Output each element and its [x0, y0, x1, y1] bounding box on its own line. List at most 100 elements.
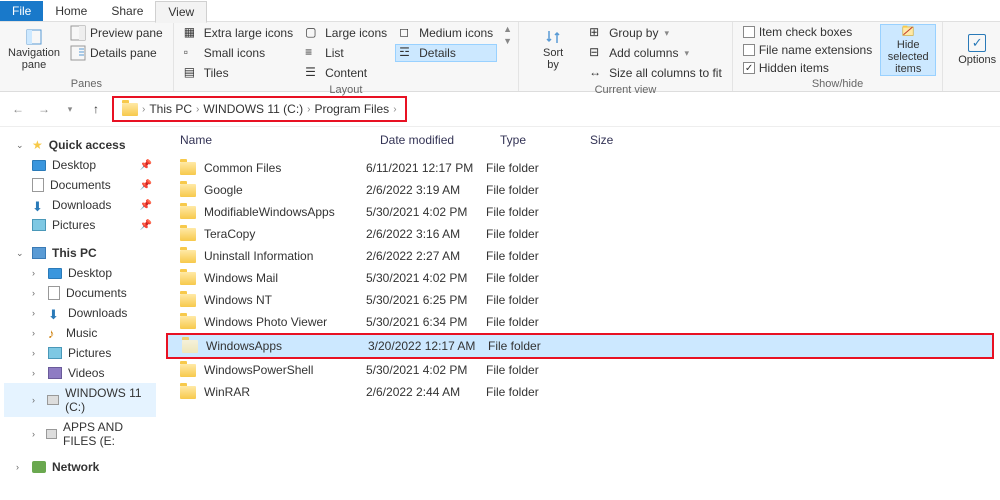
options-button[interactable]: ✓ Options — [949, 24, 1000, 76]
recent-locations-button[interactable]: ▾ — [60, 99, 80, 119]
up-button[interactable]: ↑ — [86, 99, 106, 119]
chevron-right-icon: › — [32, 268, 42, 278]
size-columns-button[interactable]: ↔Size all columns to fit — [585, 64, 726, 82]
chevron-right-icon: › — [32, 288, 42, 298]
hidden-items-toggle[interactable]: Hidden items — [739, 60, 876, 76]
ribbon: Navigation pane Preview pane Details pan… — [0, 22, 1000, 92]
file-row[interactable]: Windows Photo Viewer5/30/2021 6:34 PMFil… — [166, 311, 994, 333]
chevron-right-icon: › — [32, 308, 42, 318]
file-name: WindowsPowerShell — [204, 363, 313, 377]
ribbon-tabs: File Home Share View — [0, 0, 1000, 22]
pin-icon: 📌 — [140, 160, 152, 171]
file-row[interactable]: Common Files6/11/2021 12:17 PMFile folde… — [166, 157, 994, 179]
file-name-extensions-toggle[interactable]: File name extensions — [739, 42, 876, 58]
column-headers[interactable]: Name Date modified Type Size — [166, 127, 994, 157]
network-node[interactable]: ›Network — [4, 457, 156, 477]
sidebar-item-drive-e[interactable]: ›APPS AND FILES (E: — [4, 417, 156, 451]
breadcrumb-item[interactable]: Program Files› — [315, 102, 397, 116]
chevron-right-icon: › — [32, 429, 40, 439]
layout-large-icons[interactable]: ▢Large icons — [301, 24, 391, 42]
details-pane-button[interactable]: Details pane — [66, 44, 167, 62]
tab-share[interactable]: Share — [99, 1, 155, 21]
folder-icon — [180, 206, 196, 219]
chevron-right-icon: › — [393, 104, 396, 115]
sidebar-item-drive-c[interactable]: ›WINDOWS 11 (C:) — [4, 383, 156, 417]
sidebar-item-documents[interactable]: Documents📌 — [4, 175, 156, 195]
file-row[interactable]: WindowsApps3/20/2022 12:17 AMFile folder — [168, 335, 992, 357]
this-pc-node[interactable]: ⌄This PC — [4, 243, 156, 263]
layout-content[interactable]: ☰Content — [301, 64, 391, 82]
document-icon — [32, 178, 44, 192]
hide-selected-icon — [898, 25, 918, 37]
sort-by-button[interactable]: Sort by — [525, 24, 581, 76]
file-date: 5/30/2021 4:02 PM — [366, 271, 486, 285]
chevron-right-icon: › — [32, 368, 42, 378]
column-type[interactable]: Type — [500, 133, 590, 147]
layout-medium-icons[interactable]: ◻Medium icons — [395, 24, 497, 42]
layout-tiles[interactable]: ▤Tiles — [180, 64, 297, 82]
layout-list[interactable]: ≡List — [301, 44, 391, 62]
file-date: 5/30/2021 6:34 PM — [366, 315, 486, 329]
file-name: TeraCopy — [204, 227, 255, 241]
sidebar-item-videos[interactable]: ›Videos — [4, 363, 156, 383]
file-row[interactable]: WindowsPowerShell5/30/2021 4:02 PMFile f… — [166, 359, 994, 381]
tab-file[interactable]: File — [0, 1, 43, 21]
tab-view[interactable]: View — [155, 1, 207, 23]
details-icon: ☲ — [399, 45, 415, 61]
breadcrumb-item[interactable]: WINDOWS 11 (C:)› — [203, 102, 310, 116]
file-name: Windows NT — [204, 293, 272, 307]
breadcrumb-item[interactable]: This PC› — [149, 102, 199, 116]
item-check-boxes-toggle[interactable]: Item check boxes — [739, 24, 876, 40]
column-date[interactable]: Date modified — [380, 133, 500, 147]
file-row[interactable]: Uninstall Information2/6/2022 2:27 AMFil… — [166, 245, 994, 267]
preview-pane-button[interactable]: Preview pane — [66, 24, 167, 42]
list-icon: ≡ — [305, 45, 321, 61]
nav-pane-icon — [26, 29, 42, 45]
music-icon: ♪ — [48, 326, 60, 340]
ribbon-group-options: ✓ Options — [943, 22, 1000, 91]
checkbox-icon — [743, 44, 755, 56]
sidebar-item-desktop[interactable]: Desktop📌 — [4, 155, 156, 175]
file-type: File folder — [486, 161, 576, 175]
desktop-icon — [48, 268, 62, 279]
file-row[interactable]: WinRAR2/6/2022 2:44 AMFile folder — [166, 381, 994, 403]
sidebar-item-pictures-pc[interactable]: ›Pictures — [4, 343, 156, 363]
layout-xl-icons[interactable]: ▦Extra large icons — [180, 24, 297, 42]
navigation-pane-button[interactable]: Navigation pane — [6, 24, 62, 76]
sidebar-item-pictures[interactable]: Pictures📌 — [4, 215, 156, 235]
pictures-icon — [32, 219, 46, 231]
file-row[interactable]: Windows NT5/30/2021 6:25 PMFile folder — [166, 289, 994, 311]
sidebar-item-downloads-pc[interactable]: ›⬇Downloads — [4, 303, 156, 323]
sidebar-item-downloads[interactable]: ⬇Downloads📌 — [4, 195, 156, 215]
file-row[interactable]: ModifiableWindowsApps5/30/2021 4:02 PMFi… — [166, 201, 994, 223]
forward-button[interactable]: → — [34, 99, 54, 119]
tab-home[interactable]: Home — [43, 1, 99, 21]
file-row[interactable]: TeraCopy2/6/2022 3:16 AMFile folder — [166, 223, 994, 245]
sidebar-item-desktop-pc[interactable]: ›Desktop — [4, 263, 156, 283]
file-name: Google — [204, 183, 243, 197]
sidebar-item-documents-pc[interactable]: ›Documents — [4, 283, 156, 303]
column-size[interactable]: Size — [590, 133, 650, 147]
video-icon — [48, 367, 62, 379]
add-columns-button[interactable]: ⊟Add columns▾ — [585, 44, 726, 62]
group-by-button[interactable]: ⊞Group by▾ — [585, 24, 726, 42]
file-row[interactable]: Windows Mail5/30/2021 4:02 PMFile folder — [166, 267, 994, 289]
layout-scroll-up-icon[interactable]: ▲ — [503, 24, 512, 34]
folder-icon — [180, 316, 196, 329]
large-icons-icon: ▢ — [305, 25, 321, 41]
hide-selected-items-button[interactable]: Hide selected items — [880, 24, 936, 76]
file-row[interactable]: Google2/6/2022 3:19 AMFile folder — [166, 179, 994, 201]
breadcrumb[interactable]: › This PC› WINDOWS 11 (C:)› Program File… — [112, 96, 407, 122]
chevron-right-icon: › — [16, 462, 26, 472]
content-area: ⌄★Quick access Desktop📌 Documents📌 ⬇Down… — [0, 126, 1000, 500]
layout-details[interactable]: ☲Details — [395, 44, 497, 62]
quick-access-node[interactable]: ⌄★Quick access — [4, 135, 156, 155]
download-icon: ⬇ — [48, 307, 62, 319]
sidebar-item-music[interactable]: ›♪Music — [4, 323, 156, 343]
back-button[interactable]: ← — [8, 99, 28, 119]
preview-pane-icon — [70, 25, 86, 41]
layout-small-icons[interactable]: ▫Small icons — [180, 44, 297, 62]
chevron-down-icon: ⌄ — [16, 248, 26, 259]
column-name[interactable]: Name — [180, 133, 380, 147]
layout-scroll-down-icon[interactable]: ▼ — [503, 36, 512, 46]
